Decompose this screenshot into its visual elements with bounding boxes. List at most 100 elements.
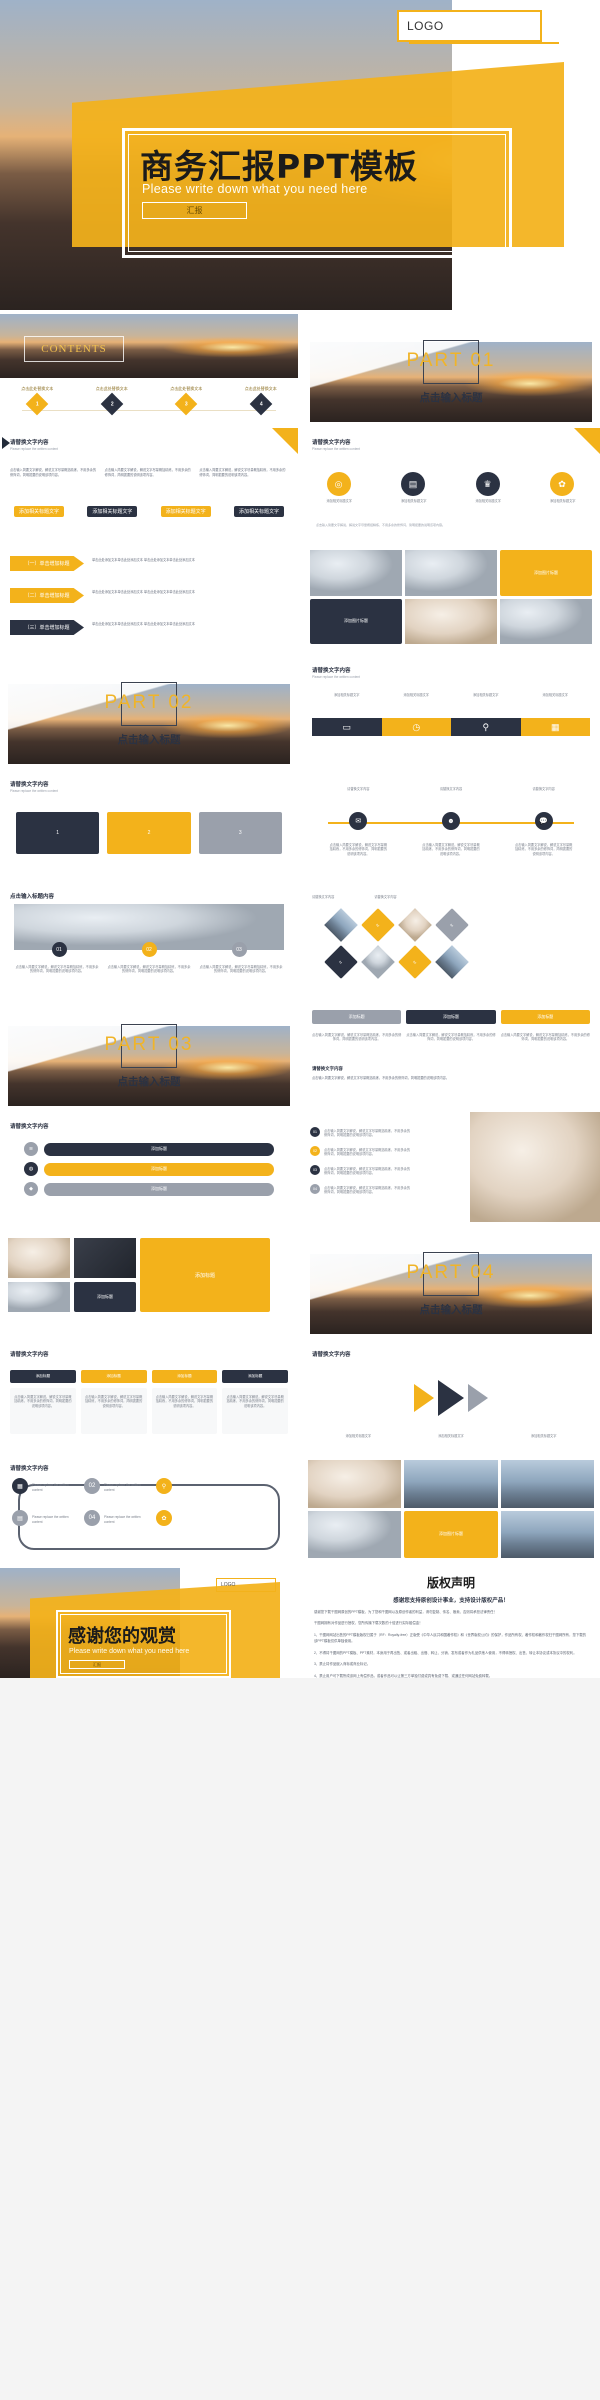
photo-caption-tile[interactable]: 添加图片标题	[500, 550, 592, 596]
contents-item-1[interactable]: 点击此处替换文本 1	[7, 386, 67, 416]
icon-circle-item[interactable]: ◎ 添加相关标题文字	[326, 472, 352, 503]
photo-caption-tile[interactable]: 添加图片标题	[404, 1510, 498, 1558]
slide-chevrons[interactable]: 请替换文字内容 添加相关标题文字 添加相关标题文字 添加相关标题文字	[302, 1340, 600, 1450]
list-item[interactable]: 04 点击输入简要文字解说，解说文字尽量概括精炼，不用多余的修饰词，简明扼要的说…	[310, 1183, 412, 1195]
slide-icon-bar[interactable]: 请替换文字内容 Please replace the written conte…	[302, 656, 600, 766]
step-badge[interactable]: 添加相关标题文字	[14, 506, 64, 517]
slide-part-03[interactable]: PART 03 点击输入标题	[0, 998, 298, 1108]
photo-tile[interactable]	[500, 1510, 594, 1558]
diamond-photo[interactable]	[324, 908, 358, 942]
slide-photo-grid[interactable]: 添加图片标题 添加图片标题	[302, 542, 600, 652]
user-icon[interactable]: ☻	[441, 812, 460, 830]
pill-label[interactable]: 添加标题	[44, 1162, 274, 1176]
gear-icon[interactable]: ✿	[156, 1510, 172, 1526]
step-badge[interactable]: 添加相关标题文字	[233, 506, 284, 517]
slide-part-02[interactable]: PART 02 点击输入标题	[0, 656, 298, 766]
step-badge[interactable]: 添加相关标题文字	[87, 506, 138, 517]
slide-photo-mosaic[interactable]: 添加图片标题	[302, 1454, 600, 1564]
arrow-banner[interactable]: （二）单击增加标题	[10, 588, 84, 603]
pill-row[interactable]: ≋ 添加标题	[24, 1142, 274, 1156]
card-tile[interactable]: 2	[107, 812, 191, 854]
tablet-photo[interactable]	[8, 1282, 70, 1312]
add-title-block[interactable]: 添加标题	[74, 1282, 136, 1312]
photo-caption-tile[interactable]: 添加图片标题	[310, 598, 402, 644]
flow-box[interactable]: 添加标题	[500, 1010, 590, 1024]
icon-circle-item[interactable]: ▤ 添加相关标题文字	[401, 472, 427, 503]
slide-part-01[interactable]: PART 01 点击输入标题	[302, 314, 600, 424]
number-badge[interactable]: 03	[231, 942, 247, 957]
chat-icon[interactable]: 💬	[534, 812, 553, 830]
contents-item-2[interactable]: 点击此处替换文本 2	[82, 386, 142, 416]
number-badge[interactable]: 01	[51, 942, 67, 957]
logo-placeholder[interactable]: LOGO	[397, 10, 559, 44]
photo-tile[interactable]	[308, 1510, 402, 1558]
clock-icon[interactable]: ◷	[381, 718, 451, 736]
slide-thanks[interactable]: 感谢您的观赏 Please write down what you need h…	[0, 1568, 298, 1678]
photo-tile[interactable]	[500, 598, 592, 644]
icon-circle-item[interactable]: ✿ 添加相关标题文字	[550, 472, 576, 503]
diamond-photo[interactable]	[361, 945, 395, 979]
flow-box[interactable]: 添加标题	[312, 1010, 402, 1024]
slide-icon-circles-right[interactable]: 请替换文字内容 Please replace the written conte…	[302, 428, 600, 538]
list-item[interactable]: 03 点击输入简要文字解说，解说文字尽量概括精炼，不用多余的修饰词，简明扼要的说…	[310, 1164, 412, 1176]
pin-icon[interactable]: ✉	[349, 812, 368, 830]
pill-label[interactable]: 添加标题	[44, 1182, 274, 1196]
handshake-photo[interactable]	[8, 1238, 70, 1278]
add-title-block[interactable]: 添加标题	[140, 1238, 270, 1312]
card-tile[interactable]: 1	[16, 812, 100, 854]
photo-tile[interactable]	[405, 598, 497, 644]
slide-cover[interactable]: LOGO 商务汇报PPT模板 Please write down what yo…	[0, 0, 600, 310]
laptop-photo[interactable]	[74, 1238, 136, 1278]
slide-photo-list[interactable]: 01 点击输入简要文字解说，解说文字尽量概括精炼，不用多余的修饰词，简明扼要的说…	[302, 1112, 600, 1222]
bulb-icon[interactable]: ⚲	[451, 718, 521, 736]
chart-icon[interactable]: ▦	[12, 1478, 28, 1494]
slide-roadmap[interactable]: 请替换文字内容 请替换文字内容 请替换文字内容 ✉ ☻ 💬 点击输入简要文字解说…	[302, 770, 600, 880]
slide-flow-boxes[interactable]: 添加标题 添加标题 添加标题 点击输入简要文字解说，解说文字尽量概括精炼，不用多…	[302, 998, 600, 1108]
card-tile[interactable]: 3	[198, 812, 282, 854]
slide-pill-list[interactable]: 请替换文字内容 ≋ 添加标题 ◍ 添加标题 ◆ 添加标题	[0, 1112, 298, 1222]
slide-circle-flow[interactable]: 请替换文字内容 ▦ Please replace the written con…	[0, 1454, 298, 1564]
arrow-banner[interactable]: （一）单击增加标题	[10, 556, 84, 571]
diamond-photo[interactable]	[398, 908, 432, 942]
number-badge[interactable]: 04	[84, 1510, 100, 1526]
card-head[interactable]: 添加标题	[222, 1370, 288, 1383]
cover-report-button[interactable]: 汇报	[142, 202, 247, 219]
slide-icon-circles-left[interactable]: 请替换文字内容 Please replace the written conte…	[0, 428, 298, 538]
list-item[interactable]: 02 点击输入简要文字解说，解说文字尽量概括精炼，不用多余的修饰词，简明扼要的说…	[310, 1145, 412, 1157]
step-badge[interactable]: 添加相关标题文字	[160, 506, 211, 517]
chevron-icon[interactable]	[438, 1380, 464, 1416]
pill-row[interactable]: ◍ 添加标题	[24, 1162, 274, 1176]
contents-item-3[interactable]: 点击此处替换文本 3	[156, 386, 216, 416]
diamond-number[interactable]: 03	[398, 945, 432, 979]
card-head[interactable]: 添加标题	[10, 1370, 76, 1383]
calendar-icon[interactable]: ▤	[12, 1510, 28, 1526]
photo-tile[interactable]	[310, 550, 402, 596]
chevron-icon[interactable]	[414, 1384, 434, 1412]
slide-device-photos[interactable]: 添加标题 添加标题	[0, 1226, 298, 1336]
number-badge[interactable]: 02	[84, 1478, 100, 1494]
arrow-banner[interactable]: （三）单击增加标题	[10, 620, 84, 635]
diamond-number[interactable]: 01	[324, 945, 358, 979]
photo-tile[interactable]	[405, 550, 497, 596]
photo-tile[interactable]	[404, 1460, 498, 1508]
monitor-icon[interactable]: ▭	[312, 718, 382, 736]
photo-tile[interactable]	[308, 1460, 402, 1508]
diamond-number[interactable]: 02	[361, 908, 395, 942]
chevron-icon[interactable]	[468, 1384, 488, 1412]
slide-diamond-grid[interactable]: 请替换文字内容 请替换文字内容 02 04 01 03	[302, 884, 600, 994]
list-item[interactable]: 01 点击输入简要文字解说，解说文字尽量概括精炼，不用多余的修饰词，简明扼要的说…	[310, 1126, 412, 1138]
slide-four-cards[interactable]: 请替换文字内容 添加标题 添加标题 添加标题 添加标题 点击输入简要文字解说，解…	[0, 1340, 298, 1450]
hand-photo[interactable]	[470, 1112, 600, 1222]
thanks-logo[interactable]: LOGO	[216, 1578, 276, 1592]
bulb-icon[interactable]: ⚲	[156, 1478, 172, 1494]
contents-item-4[interactable]: 点击此处替换文本 4	[231, 386, 291, 416]
thanks-report-button[interactable]: 汇报	[69, 1660, 125, 1669]
pill-label[interactable]: 添加标题	[44, 1142, 274, 1156]
slide-photo-three[interactable]: 点击输入标题内容 01 02 03 点击输入简要文字解说，解说文字尽量概括精炼，…	[0, 884, 298, 994]
diamond-photo[interactable]	[435, 945, 469, 979]
slide-arrow-sections[interactable]: （一）单击增加标题 （二）单击增加标题 （三）单击增加标题 单击此处添加文本单击…	[0, 542, 298, 652]
slide-three-cards[interactable]: 请替换文字内容 Please replace the written conte…	[0, 770, 298, 880]
card-head[interactable]: 添加标题	[151, 1370, 218, 1383]
flow-box[interactable]: 添加标题	[406, 1010, 496, 1024]
chart-icon[interactable]: ▦	[520, 718, 590, 736]
